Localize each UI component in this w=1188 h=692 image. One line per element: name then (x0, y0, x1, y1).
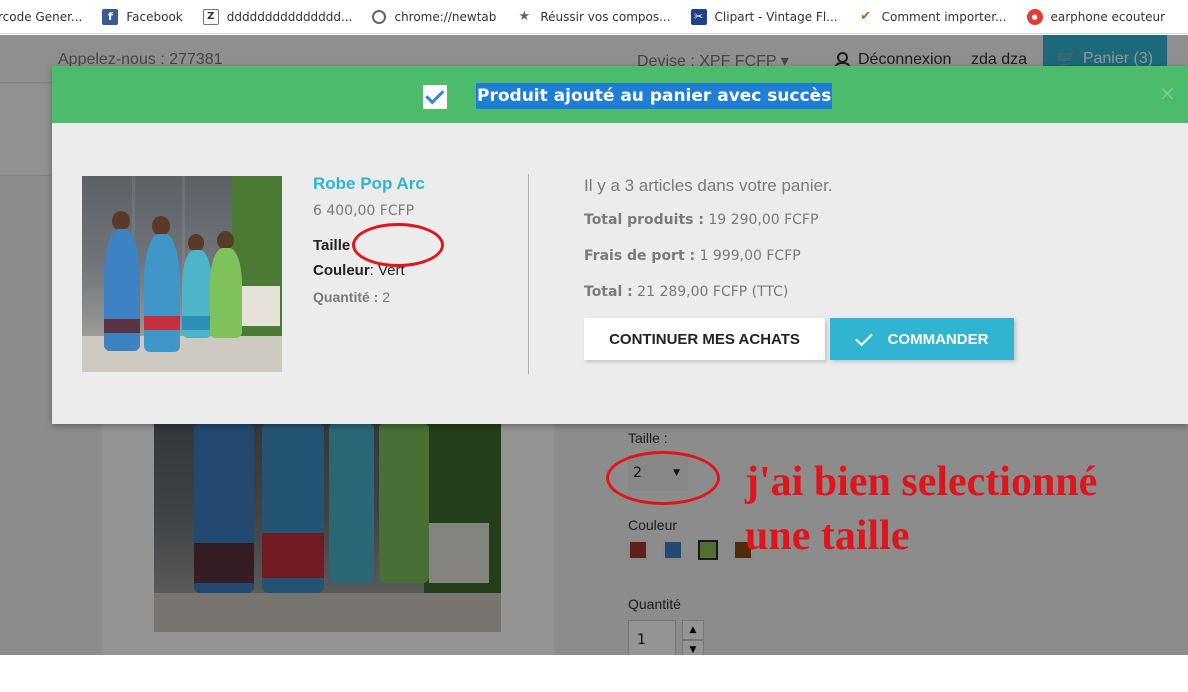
bookmark-reussir[interactable]: ★ Réussir vos compos... (516, 8, 671, 25)
z-icon: Z (202, 8, 219, 25)
bookmark-label: Réussir vos compos... (540, 9, 671, 24)
facebook-icon: f (102, 8, 119, 25)
product-size: Taille (313, 237, 350, 254)
size-attr-label: Taille (313, 237, 351, 254)
import-icon: ✔ (857, 8, 874, 25)
shipping-cost: Frais de port : 1 999,00 FCFP (584, 248, 801, 264)
bookmark-label: ddddddddddddddd... (226, 9, 353, 24)
checkmark-icon (423, 85, 447, 109)
product-thumbnail (82, 176, 282, 372)
product-quantity: Quantité : 2 (313, 289, 390, 305)
annotation-text: j'ai bien selectionné une taille (745, 459, 1098, 559)
bookmark-label: Comment importer... (881, 9, 1007, 24)
continue-shopping-button[interactable]: CONTINUER MES ACHATS (584, 318, 825, 360)
bookmark-ddd[interactable]: Zddddddddddddddd... (202, 8, 353, 25)
total-products: Total produits : 19 290,00 FCFP (584, 212, 818, 228)
bookmark-newtab[interactable]: chrome://newtab (372, 9, 497, 24)
product-price: 6 400,00 FCFP (313, 203, 415, 219)
clipart-icon: ✂ (690, 8, 707, 25)
modal-title: Produit ajouté au panier avec succès (476, 83, 833, 109)
modal-header: Produit ajouté au panier avec succès × (52, 66, 1188, 123)
divider (528, 174, 529, 374)
grand-total: Total : 21 289,00 FCFP (TTC) (584, 284, 788, 300)
close-icon[interactable]: × (1159, 81, 1176, 105)
cart-count-text: Il y a 3 articles dans votre panier. (584, 176, 833, 195)
bookmark-barcode[interactable]: rcode Gener... (0, 10, 82, 24)
checkmark-icon (854, 328, 873, 346)
total-products-value: 19 290,00 FCFP (703, 212, 819, 228)
bookmark-label: earphone ecouteur (1050, 9, 1166, 24)
color-attr-label: Couleur (313, 262, 370, 279)
qty-attr-label: Quantité : (313, 289, 379, 305)
qty-attr-value: 2 (378, 289, 391, 305)
globe-icon (372, 9, 387, 24)
bookmarks-bar: rcode Gener... f Facebook Zdddddddddddddd… (0, 0, 1188, 34)
bookmark-label: Clipart - Vintage Fl... (714, 9, 838, 24)
bookmark-label: chrome://newtab (394, 9, 497, 24)
annotation-circle (352, 223, 444, 267)
bookmark-earphone[interactable]: ● earphone ecouteur (1026, 8, 1166, 25)
order-button[interactable]: COMMANDER (830, 318, 1014, 360)
total-products-label: Total produits : (584, 212, 704, 228)
runner-icon: ★ (516, 8, 533, 25)
shipping-value: 1 999,00 FCFP (695, 248, 801, 264)
earphone-icon: ● (1026, 8, 1043, 25)
bookmark-facebook[interactable]: f Facebook (102, 8, 183, 25)
shipping-label: Frais de port : (584, 248, 696, 264)
order-button-label: COMMANDER (887, 330, 989, 348)
grand-total-label: Total : (584, 284, 633, 300)
bookmark-label: rcode Gener... (0, 9, 83, 24)
bookmark-import[interactable]: ✔ Comment importer... (857, 8, 1007, 25)
cart-modal: Produit ajouté au panier avec succès × R… (52, 66, 1188, 424)
bookmark-label: Facebook (126, 9, 183, 24)
annotation-circle (606, 451, 720, 505)
grand-total-value: 21 289,00 FCFP (TTC) (632, 284, 789, 300)
product-name[interactable]: Robe Pop Arc (313, 174, 425, 194)
bookmark-clipart[interactable]: ✂ Clipart - Vintage Fl... (690, 8, 838, 25)
